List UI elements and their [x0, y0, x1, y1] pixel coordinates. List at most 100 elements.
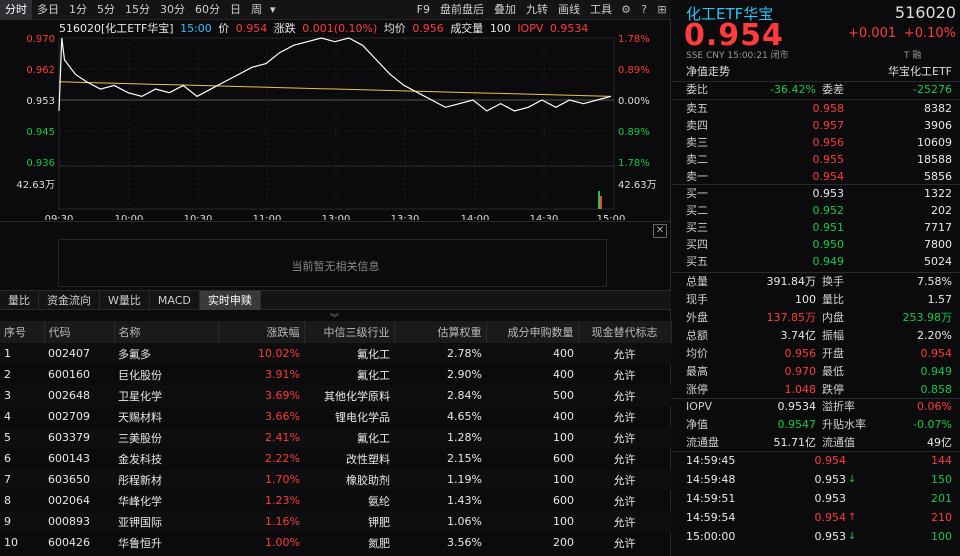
table-cell: 天赐材料 — [118, 410, 162, 424]
chg-value: 0.001(0.10%) — [302, 22, 378, 35]
column-header-3[interactable]: 涨跌幅 — [218, 321, 305, 343]
table-cell: 华峰化学 — [118, 494, 162, 508]
tick-row: 14:59:51 0.953 201 — [672, 490, 960, 508]
table-row[interactable]: 7 603650 彤程新材 1.70% 橡胶助剂 1.19% 100 允许 — [0, 469, 671, 490]
bids-price[interactable]: 0.953 — [788, 185, 845, 203]
indicator-tab-3[interactable]: MACD — [150, 291, 200, 310]
toolbar-tool-5[interactable]: 工具 — [585, 0, 617, 20]
toolbar-right: F9 盘前盘后 叠加 九转 画线 工具 ⚙ ? ⊞ — [412, 0, 671, 20]
table-cell: 600426 — [48, 536, 90, 549]
asks-price[interactable]: 0.956 — [788, 134, 845, 152]
period-tab-2[interactable]: 1分 — [64, 0, 92, 20]
intraday-chart[interactable]: 0.970 1.78% 0.962 0.89% 0.953 0.00% 0.945 0.89%… — [0, 20, 671, 220]
asks-price[interactable]: 0.958 — [788, 100, 845, 118]
settings-icon[interactable]: ⚙ — [617, 1, 635, 19]
column-header-4[interactable]: 中信三级行业 — [304, 321, 395, 343]
period-tab-5[interactable]: 30分 — [155, 0, 190, 20]
indicator-tab-2[interactable]: W量比 — [100, 291, 150, 310]
bids-volume: 7717 — [924, 221, 952, 234]
arrow-down-icon: ↓ — [848, 474, 857, 485]
volume-tick-label: 42.63万 — [16, 180, 55, 191]
tick-time: 14:59:54 — [686, 511, 736, 524]
volume-bar — [600, 196, 602, 209]
quote-code: 516020 — [894, 3, 956, 22]
table-cell: 500 — [486, 385, 578, 406]
table-row[interactable]: 5 603379 三美股份 2.41% 氟化工 1.28% 100 允许 — [0, 427, 671, 448]
table-cell: 1.16% — [218, 511, 304, 532]
table-cell: 10 — [4, 536, 18, 549]
table-cell: 2 — [4, 368, 11, 381]
toolbar-tool-4[interactable]: 画线 — [553, 0, 585, 20]
quote-meta: SSE CNY 15:00:21 闭市 — [686, 51, 789, 61]
stats2-row: 净值 0.9547 升贴水率 -0.07% — [672, 416, 960, 434]
asks-price[interactable]: 0.955 — [788, 151, 845, 169]
table-cell: 金发科技 — [118, 452, 162, 466]
expand-icon[interactable]: ⊞ — [653, 1, 671, 19]
table-row[interactable]: 8 002064 华峰化学 1.23% 氨纶 1.43% 600 允许 — [0, 490, 671, 511]
arrow-up-icon: ↑ — [848, 512, 857, 523]
table-row[interactable]: 9 000893 亚钾国际 1.16% 钾肥 1.06% 100 允许 — [0, 511, 671, 532]
period-tab-0[interactable]: 分时 — [0, 0, 32, 20]
indicator-tab-1[interactable]: 资金流向 — [39, 291, 100, 310]
tick-price: 0.954 — [814, 511, 847, 524]
column-header-7[interactable]: 现金替代标志 — [578, 321, 672, 343]
period-tab-8[interactable]: 周 — [246, 0, 267, 20]
bids-price[interactable]: 0.952 — [788, 202, 845, 220]
column-header-2[interactable]: 名称 — [114, 321, 219, 343]
period-tab-4[interactable]: 15分 — [120, 0, 155, 20]
column-header-6[interactable]: 成分申购数量 — [486, 321, 579, 343]
table-row[interactable]: 4 002709 天赐材料 3.66% 锂电化学品 4.65% 400 允许 — [0, 406, 671, 427]
time-tick-label: 10:00 — [115, 214, 144, 220]
column-header-0[interactable]: 序号 — [0, 321, 45, 343]
toolbar-tool-3[interactable]: 九转 — [521, 0, 553, 20]
stats-value: 100 — [795, 293, 816, 306]
table-cell: 氟化工 — [357, 368, 390, 382]
stats-value: 0.956 — [784, 347, 817, 360]
column-header-1[interactable]: 代码 — [44, 321, 115, 343]
bids-price[interactable]: 0.950 — [788, 236, 845, 254]
period-tab-6[interactable]: 60分 — [190, 0, 225, 20]
vol-label: 成交量 — [450, 22, 484, 35]
volume-tick-label: 42.63万 — [618, 180, 657, 191]
close-icon[interactable]: ✕ — [653, 224, 667, 238]
asks-price[interactable]: 0.957 — [788, 117, 845, 135]
table-cell: 允许 — [578, 427, 671, 448]
toolbar-tool-1[interactable]: 盘前盘后 — [435, 0, 489, 20]
table-cell: 100 — [486, 511, 578, 532]
toolbar-tool-2[interactable]: 叠加 — [489, 0, 521, 20]
stats-label2: 内盘 — [822, 311, 844, 324]
table-cell: 100 — [486, 427, 578, 448]
asks-label: 卖五 — [686, 102, 708, 115]
table-row[interactable]: 1 002407 多氟多 10.02% 氟化工 2.78% 400 允许 — [0, 343, 671, 364]
bids-label: 买一 — [686, 187, 708, 200]
stats-row: 均价 0.956 开盘 0.954 — [672, 345, 960, 363]
period-tab-1[interactable]: 多日 — [32, 0, 64, 20]
bids-price[interactable]: 0.951 — [788, 219, 845, 237]
table-row[interactable]: 10 600426 华鲁恒升 1.00% 氮肥 3.56% 200 允许 — [0, 532, 671, 553]
table-cell: 允许 — [578, 385, 671, 406]
table-row[interactable]: 2 600160 巨化股份 3.91% 氟化工 2.90% 400 允许 — [0, 364, 671, 385]
period-dropdown-icon[interactable]: ▾ — [267, 0, 279, 20]
table-cell: 2.78% — [394, 343, 486, 364]
help-icon[interactable]: ? — [635, 1, 653, 19]
table-row[interactable]: 3 002648 卫星化学 3.69% 其他化学原料 2.84% 500 允许 — [0, 385, 671, 406]
table-cell: 允许 — [578, 343, 671, 364]
price-value: 0.954 — [235, 22, 268, 35]
indicator-tab-4[interactable]: 实时申赎 — [199, 291, 261, 310]
table-row[interactable]: 6 600143 金发科技 2.22% 改性塑料 2.15% 600 允许 — [0, 448, 671, 469]
toolbar-tool-0[interactable]: F9 — [412, 0, 435, 20]
average-price-line — [58, 81, 612, 97]
period-tab-3[interactable]: 5分 — [92, 0, 120, 20]
pct-tick-label: 0.00% — [618, 96, 650, 107]
period-tab-7[interactable]: 日 — [225, 0, 246, 20]
tick-volume: 100 — [931, 530, 952, 543]
table-cell: 允许 — [613, 410, 636, 424]
price-tick-label: 0.945 — [26, 127, 55, 138]
column-header-5[interactable]: 估算权重 — [394, 321, 487, 343]
bids-price[interactable]: 0.949 — [788, 253, 845, 271]
nav-trend-link[interactable]: 净值走势 — [686, 63, 730, 81]
tick-time: 14:59:51 — [686, 492, 736, 505]
volume-bar — [598, 191, 600, 209]
indicator-tab-0[interactable]: 量比 — [0, 291, 39, 310]
table-cell: 002064 — [48, 494, 90, 507]
